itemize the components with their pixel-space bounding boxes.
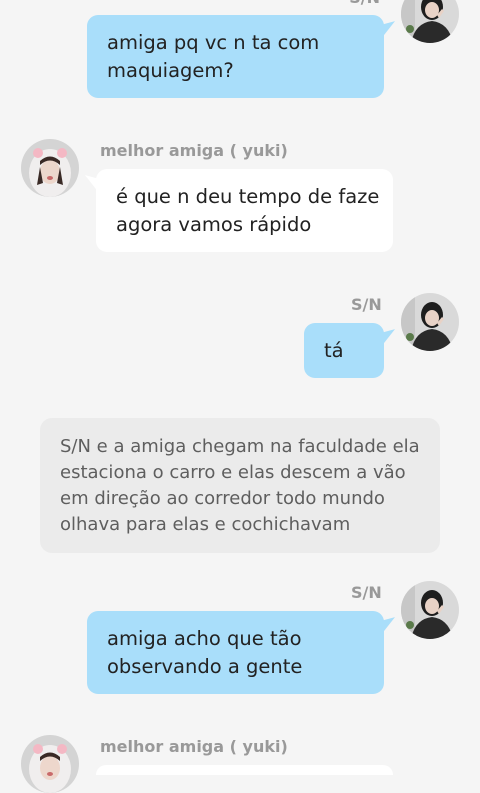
narration-text-line: S/N e a amiga chegam na faculdade ela [60,436,420,457]
message-text-line: é que n deu tempo de faze [116,185,380,208]
friend-avatar-icon[interactable] [21,139,79,197]
message-text-line: amiga acho que tão [107,627,302,650]
message-bubble-friend-1[interactable]: é que n deu tempo de faze agora vamos rá… [85,169,393,252]
message-text-line: amiga pq vc n ta com [107,31,320,54]
message-bubble-me-2[interactable]: tá [304,323,395,378]
narration-block: S/N e a amiga chegam na faculdade ela es… [40,418,440,553]
bubble-tail [85,175,99,193]
chat-thread: S/N amiga pq vc n ta com maquiagem? [0,0,480,793]
bubble-tail [381,21,395,39]
sender-name-me: S/N [351,583,382,602]
message-text-line: observando a gente [107,655,303,678]
sender-name-me: S/N [351,295,382,314]
message-text-line: agora vamos rápido [116,213,312,236]
narration-text-line: estaciona o carro e elas descem a vão [60,462,406,483]
bubble-tail [381,617,395,635]
my-avatar-icon[interactable] [401,0,459,43]
sender-name-friend: melhor amiga ( yuki) [100,141,288,160]
narration-text-line: olhava para elas e cochichavam [60,514,351,535]
message-bubble-me-3[interactable]: amiga acho que tão observando a gente [87,611,395,694]
message-bubble-friend-2[interactable] [96,765,393,775]
sender-name-friend: melhor amiga ( yuki) [100,737,288,756]
message-text-line: tá [324,339,344,362]
my-avatar-icon[interactable] [401,581,459,639]
my-avatar-icon[interactable] [401,293,459,351]
sender-name-me: S/N [349,0,380,7]
narration-text-line: em direção ao corredor todo mundo [60,488,385,509]
bubble-tail [381,329,395,347]
friend-avatar-icon[interactable] [21,735,79,793]
message-bubble-me-1[interactable]: amiga pq vc n ta com maquiagem? [87,15,395,98]
message-text-line: maquiagem? [107,59,234,82]
